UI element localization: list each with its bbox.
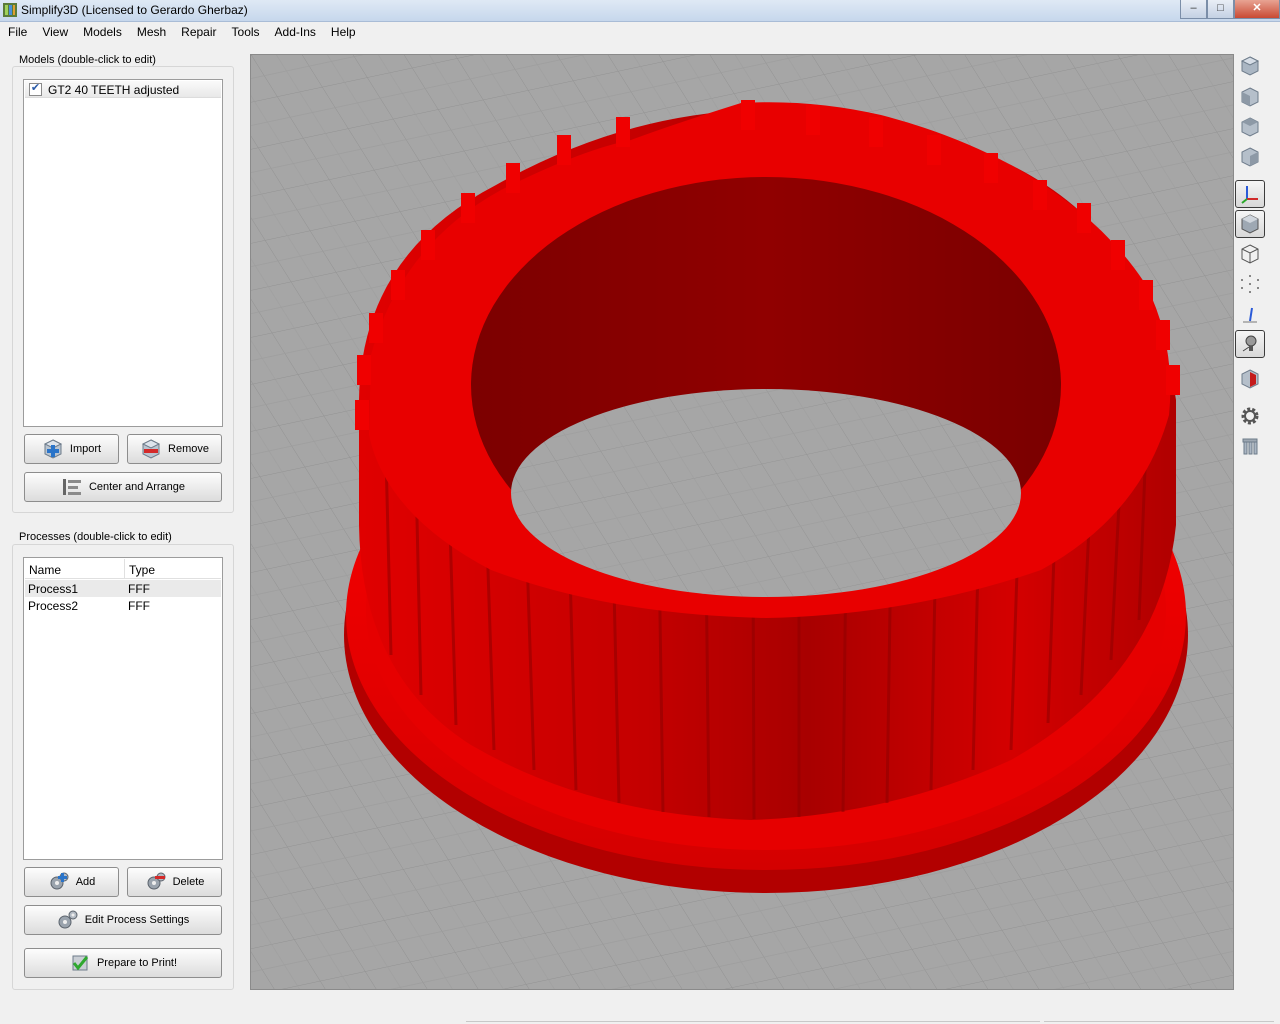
status-bar bbox=[0, 1000, 1280, 1024]
maximize-button[interactable]: □ bbox=[1207, 0, 1234, 19]
process-name: Process1 bbox=[28, 582, 79, 596]
process-type: FFF bbox=[128, 599, 150, 613]
center-and-arrange-button[interactable]: Center and Arrange bbox=[24, 472, 222, 502]
axes-icon bbox=[1241, 186, 1258, 204]
bore-grid bbox=[511, 389, 1021, 597]
process-name: Process2 bbox=[28, 599, 79, 613]
edit-process-settings-label: Edit Process Settings bbox=[84, 914, 190, 926]
remove-label: Remove bbox=[168, 443, 209, 455]
process-type: FFF bbox=[128, 582, 150, 596]
add-process-label: Add bbox=[75, 876, 96, 888]
lighting-button[interactable] bbox=[1235, 330, 1265, 358]
view-front-icon bbox=[1241, 87, 1259, 107]
models-list[interactable]: ✔ GT2 40 TEETH adjusted bbox=[23, 79, 223, 427]
view-iso-button[interactable] bbox=[1235, 52, 1265, 80]
build-plate-scene bbox=[251, 55, 1233, 989]
edit-process-settings-button[interactable]: Edit Process Settings bbox=[24, 905, 222, 935]
settings-gear-icon bbox=[1241, 407, 1259, 425]
model-name: GT2 40 TEETH adjusted bbox=[48, 83, 180, 97]
menu-help[interactable]: Help bbox=[323, 22, 363, 43]
view-top-button[interactable] bbox=[1235, 113, 1265, 141]
add-gears-icon bbox=[50, 872, 69, 890]
view-top-icon bbox=[1241, 117, 1259, 137]
import-button[interactable]: Import bbox=[24, 434, 119, 464]
support-icon bbox=[1242, 438, 1258, 455]
delete-gears-icon bbox=[147, 872, 166, 890]
delete-process-label: Delete bbox=[172, 876, 205, 888]
settings-gears-icon bbox=[58, 910, 78, 929]
center-arrange-icon bbox=[62, 479, 81, 495]
processes-group-title: Processes (double-click to edit) bbox=[18, 531, 173, 543]
minimize-button[interactable]: – bbox=[1180, 0, 1207, 19]
table-row[interactable]: Process2 FFF bbox=[25, 597, 221, 614]
pulley-model[interactable] bbox=[344, 100, 1188, 893]
column-header-type[interactable]: Type bbox=[129, 563, 155, 577]
support-button[interactable] bbox=[1235, 432, 1265, 460]
window-title: Simplify3D (Licensed to Gerardo Gherbaz) bbox=[21, 3, 248, 17]
view-toolbar bbox=[1234, 42, 1280, 998]
center-and-arrange-label: Center and Arrange bbox=[88, 481, 185, 493]
model-list-item[interactable]: ✔ GT2 40 TEETH adjusted bbox=[25, 81, 221, 98]
delete-process-button[interactable]: Delete bbox=[127, 867, 222, 897]
model-visible-checkbox[interactable]: ✔ bbox=[29, 82, 42, 96]
column-header-name[interactable]: Name bbox=[29, 563, 61, 577]
lighting-icon bbox=[1242, 335, 1257, 352]
window-controls: – □ ✕ bbox=[1180, 0, 1280, 20]
3d-viewport[interactable] bbox=[250, 54, 1234, 990]
wireframe-button[interactable] bbox=[1235, 240, 1265, 268]
settings-button[interactable] bbox=[1235, 402, 1265, 430]
wireframe-icon bbox=[1241, 244, 1259, 264]
table-row[interactable]: Process1 FFF bbox=[25, 580, 221, 597]
view-side-button[interactable] bbox=[1235, 143, 1265, 171]
import-cube-icon bbox=[43, 439, 63, 459]
processes-table[interactable]: Name Type Process1 FFF Process2 FFF bbox=[23, 557, 223, 860]
menu-repair[interactable]: Repair bbox=[173, 22, 223, 43]
remove-button[interactable]: Remove bbox=[127, 434, 222, 464]
point-cloud-button[interactable] bbox=[1235, 270, 1265, 298]
processes-table-header: Name Type bbox=[25, 559, 221, 579]
point-cloud-icon bbox=[1241, 275, 1259, 293]
menu-view[interactable]: View bbox=[34, 22, 75, 43]
menu-mesh[interactable]: Mesh bbox=[129, 22, 173, 43]
menu-add-ins[interactable]: Add-Ins bbox=[267, 22, 323, 43]
normals-button[interactable] bbox=[1235, 300, 1265, 328]
models-group-title: Models (double-click to edit) bbox=[18, 54, 157, 66]
prepare-to-print-button[interactable]: Prepare to Print! bbox=[24, 948, 222, 978]
add-process-button[interactable]: Add bbox=[24, 867, 119, 897]
view-front-button[interactable] bbox=[1235, 83, 1265, 111]
prepare-check-icon bbox=[72, 955, 89, 971]
menu-file[interactable]: File bbox=[0, 22, 34, 43]
cross-section-icon bbox=[1241, 369, 1259, 389]
close-button[interactable]: ✕ bbox=[1234, 0, 1280, 19]
title-bar: Simplify3D (Licensed to Gerardo Gherbaz)… bbox=[0, 0, 1280, 22]
prepare-to-print-label: Prepare to Print! bbox=[96, 957, 178, 969]
menu-bar: File View Models Mesh Repair Tools Add-I… bbox=[0, 22, 1280, 43]
cross-section-button[interactable] bbox=[1235, 365, 1265, 393]
remove-cube-icon bbox=[141, 439, 161, 459]
axes-toggle-button[interactable] bbox=[1235, 180, 1265, 208]
view-side-icon bbox=[1241, 147, 1259, 167]
normals-icon bbox=[1243, 307, 1257, 323]
app-logo-icon bbox=[3, 3, 17, 17]
import-label: Import bbox=[69, 443, 102, 455]
menu-models[interactable]: Models bbox=[75, 22, 129, 43]
checkmark-icon: ✔ bbox=[30, 82, 41, 94]
column-divider bbox=[124, 559, 125, 579]
view-iso-icon bbox=[1240, 56, 1260, 76]
menu-tools[interactable]: Tools bbox=[224, 22, 267, 43]
solid-view-button[interactable] bbox=[1235, 210, 1265, 238]
solid-view-icon bbox=[1241, 214, 1259, 234]
